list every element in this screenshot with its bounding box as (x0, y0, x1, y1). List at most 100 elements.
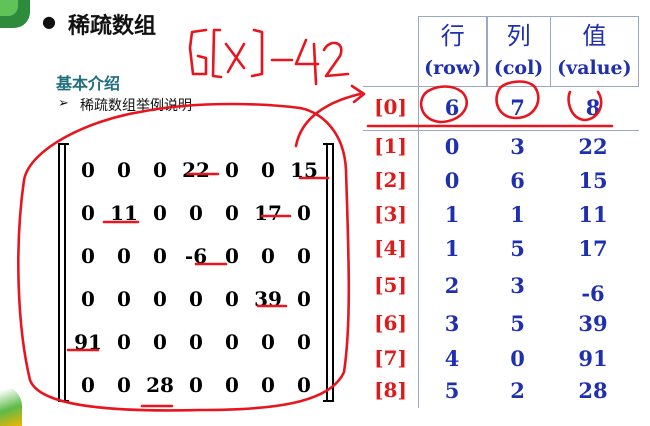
matrix-cell: 0 (189, 372, 203, 397)
matrix-cell: 0 (81, 243, 95, 268)
table-cell-col: 6 (510, 167, 525, 193)
table-cell-col: 2 (510, 377, 525, 403)
table-grid-line (487, 16, 488, 86)
handwritten-note-strokes (188, 28, 208, 76)
table-cell-value: 17 (578, 235, 608, 261)
section-subtitle: 基本介绍 (56, 74, 121, 93)
table-row: [4] 1 5 17 (363, 232, 639, 264)
table-row: [8] 5 2 28 (363, 374, 639, 406)
matrix-cell: 11 (110, 200, 138, 225)
table-cell-col: 0 (510, 345, 525, 371)
row-index-label: [3] (374, 202, 407, 226)
matrix-row: 0 0 0 -6 0 0 0 (70, 234, 322, 277)
table-cell-value: -6 (581, 280, 605, 306)
matrix-cell: 0 (117, 243, 131, 268)
row-index-label: [8] (374, 378, 407, 402)
table-cell-col: 1 (510, 201, 525, 227)
page-title: 稀疏数组 (68, 14, 157, 39)
table-cell-row: 0 (444, 133, 460, 159)
matrix-cell: 0 (153, 243, 167, 268)
matrix-cell: 0 (225, 372, 239, 397)
table-cell-col: 3 (510, 272, 525, 298)
row-index-label: [6] (374, 311, 407, 335)
table-header-cell: 行 (row) (419, 17, 488, 87)
table-cell-value: 28 (578, 377, 608, 403)
table-cell-row: 2 (444, 272, 460, 298)
sparse-array-table: 行 (row) 列 (col) 值 (value) [0] 6 7 8 [1] 0 3 22 [2] 0 6 1… (363, 16, 639, 408)
matrix-cell: -6 (184, 243, 208, 268)
corner-decoration (0, 386, 22, 426)
matrix-cell: 0 (117, 372, 131, 397)
table-grid-line (363, 86, 639, 87)
table-row: [7] 4 0 91 (363, 342, 639, 374)
matrix-cell: 0 (117, 286, 131, 311)
matrix-cell: 0 (225, 200, 239, 225)
matrix-cell: 0 (297, 243, 311, 268)
table-cell-col: 3 (510, 133, 525, 159)
slide-logo-icon (0, 0, 30, 28)
matrix-cell: 39 (254, 286, 282, 311)
matrix-cell: 0 (297, 200, 311, 225)
matrix-cell: 0 (261, 157, 275, 182)
arrow-bullet-icon: ➢ (58, 96, 69, 111)
table-cell-col: 7 (510, 94, 525, 120)
table-cell-value: 8 (585, 94, 601, 120)
matrix-cell: 22 (182, 157, 210, 182)
row-index-label: [2] (374, 168, 407, 192)
row-index-label: [0] (374, 95, 407, 119)
matrix-cell: 0 (189, 200, 203, 225)
table-cell-row: 6 (444, 94, 460, 120)
matrix-cell: 0 (225, 157, 239, 182)
matrix-row: 0 0 0 22 0 0 15 (70, 148, 322, 191)
section-item-text: 稀疏数组举例说明 (80, 98, 192, 114)
header-chinese-label: 行 (440, 22, 465, 50)
table-cell-value: 22 (578, 133, 608, 159)
matrix-row: 0 0 28 0 0 0 0 (70, 363, 322, 406)
table-cell-col: 5 (510, 310, 525, 336)
row-index-label: [7] (374, 346, 407, 370)
matrix-cell: 0 (117, 329, 131, 354)
matrix-cell: 0 (297, 372, 311, 397)
table-grid-line (418, 16, 419, 408)
original-matrix: 0 0 0 22 0 0 15 0 11 0 0 0 17 0 0 0 0 -6 0 0 0 0 0 0 0 0 39 0 91 0 0 0 0… (70, 148, 322, 406)
header-chinese-label: 列 (506, 22, 531, 50)
table-cell-row: 5 (444, 377, 460, 403)
header-english-label: (row) (424, 57, 482, 79)
table-row: [5] 2 3 -6 (363, 266, 639, 306)
table-grid-line (550, 16, 551, 86)
table-header-cell: 值 (value) (551, 17, 638, 87)
matrix-cell: 0 (297, 329, 311, 354)
matrix-cell: 0 (117, 157, 131, 182)
matrix-cell: 0 (225, 243, 239, 268)
row-index-label: [4] (374, 236, 407, 260)
table-cell-row: 1 (444, 235, 460, 261)
table-grid-line (363, 130, 639, 131)
table-row: [0] 6 7 8 (363, 88, 639, 126)
row-index-label: [1] (374, 134, 407, 158)
table-cell-row: 3 (444, 310, 460, 336)
matrix-cell: 0 (189, 286, 203, 311)
matrix-right-bracket (323, 143, 334, 402)
matrix-row: 0 0 0 0 0 39 0 (70, 277, 322, 320)
matrix-cell: 28 (146, 372, 174, 397)
table-cell-value: 11 (578, 201, 608, 227)
matrix-cell: 0 (225, 286, 239, 311)
table-row: [1] 0 3 22 (363, 130, 639, 162)
table-header: 行 (row) 列 (col) 值 (value) (418, 16, 639, 87)
header-english-label: (col) (493, 57, 544, 79)
table-cell-col: 5 (510, 235, 525, 261)
header-chinese-label: 值 (582, 22, 607, 50)
matrix-cell: 0 (81, 372, 95, 397)
matrix-cell: 91 (74, 329, 102, 354)
table-row: [3] 1 1 11 (363, 198, 639, 230)
matrix-left-bracket (58, 143, 69, 402)
table-cell-row: 0 (444, 167, 460, 193)
matrix-cell: 0 (81, 157, 95, 182)
table-cell-row: 1 (444, 201, 460, 227)
table-header-cell: 列 (col) (487, 17, 551, 87)
title-bullet: ● (42, 12, 56, 31)
matrix-cell: 0 (153, 286, 167, 311)
matrix-cell: 0 (261, 329, 275, 354)
matrix-cell: 0 (81, 200, 95, 225)
matrix-cell: 17 (254, 200, 282, 225)
